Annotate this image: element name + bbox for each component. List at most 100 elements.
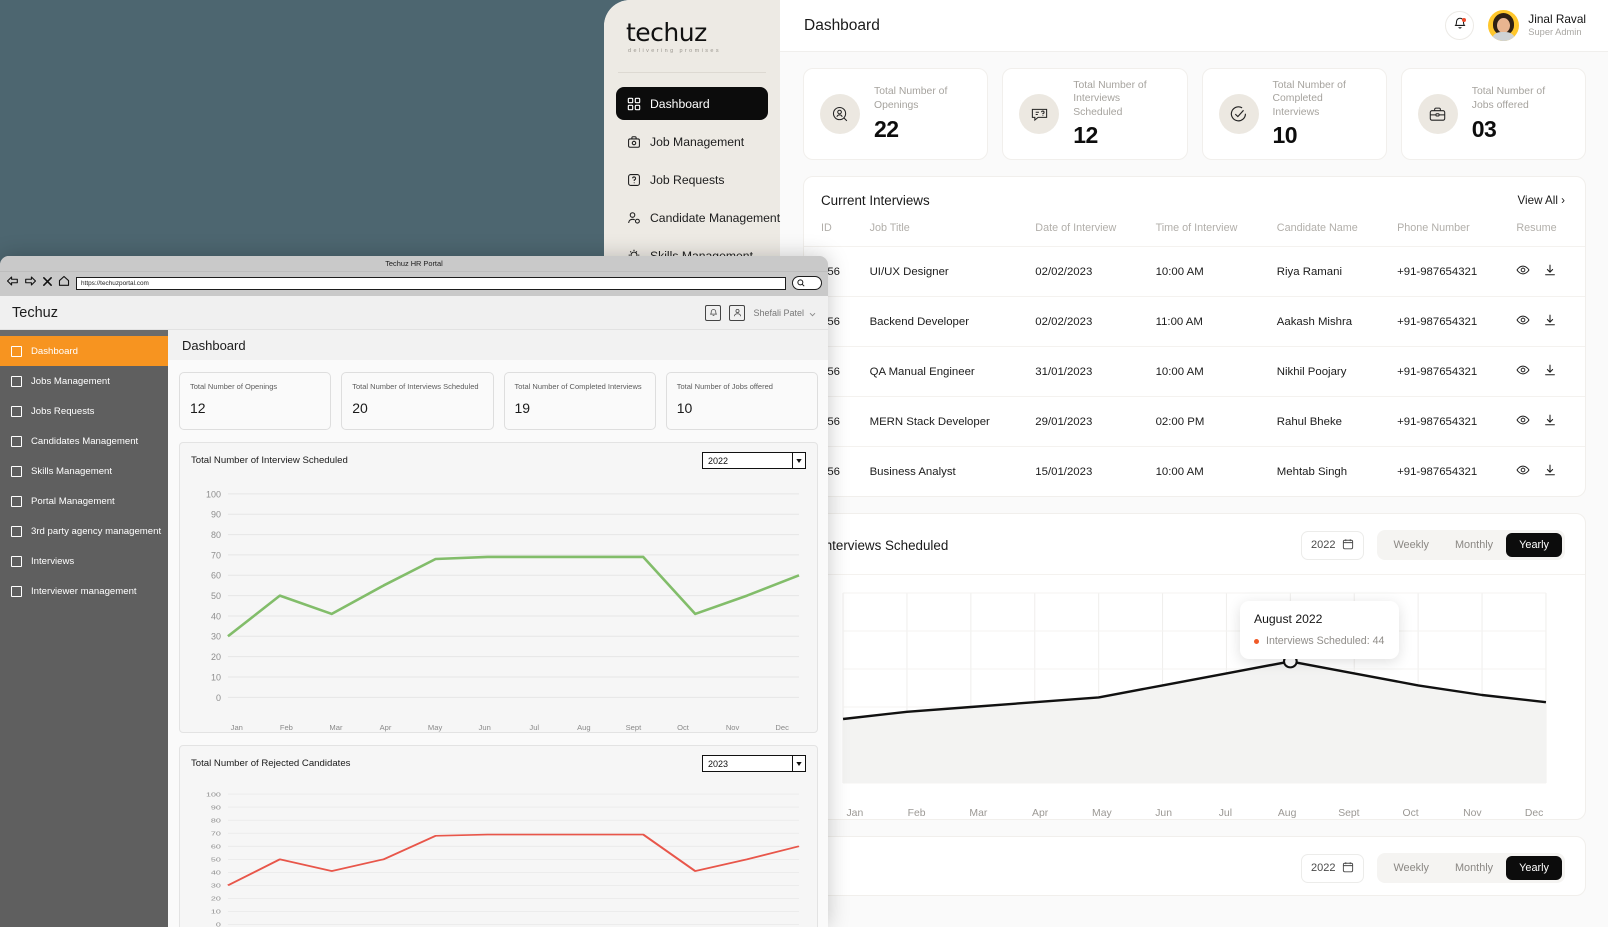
tooltip-series-label: Interviews Scheduled: 44 — [1266, 635, 1385, 647]
portal-user-name: Shefali Patel — [753, 307, 804, 318]
chart-x-axis: Jan Feb Mar Apr May Jun Jul Aug Sept Oct Nov Dec — [804, 802, 1585, 819]
stat-label: Total Number of Interviews Scheduled — [1073, 79, 1147, 118]
sidebar-item-job-management[interactable]: Job Management — [616, 125, 768, 158]
sidebar-item-3rd-party-agency-management[interactable]: 3rd party agency management — [0, 516, 168, 546]
stat-label: Total Number of Jobs offered — [1471, 86, 1546, 111]
browser-nav-buttons — [6, 274, 70, 292]
stat-label: Total Number of Jobs offered — [676, 382, 773, 391]
download-icon[interactable] — [1543, 413, 1557, 430]
checkbox-icon — [11, 375, 22, 387]
app-nav-list: Dashboard Job Management Job Requests Ca… — [604, 87, 780, 272]
sidebar-item-dashboard[interactable]: Dashboard — [616, 87, 768, 120]
eye-icon[interactable] — [1516, 413, 1530, 430]
sidebar-item-label: Candidates Management — [31, 435, 139, 447]
eye-icon[interactable] — [1516, 263, 1530, 280]
browser-search-box[interactable] — [792, 276, 822, 290]
avatar — [1488, 10, 1520, 41]
chart-tooltip: August 2022 Interviews Scheduled: 44 — [1240, 601, 1400, 659]
chevron-down-icon[interactable] — [809, 304, 816, 322]
app-logo: techuz delivering promises — [604, 0, 780, 54]
sidebar-divider — [618, 72, 766, 73]
download-icon[interactable] — [1543, 263, 1557, 280]
sidebar-item-interviewer-management[interactable]: Interviewer management — [0, 576, 168, 606]
logo-tagline: delivering promises — [628, 48, 721, 54]
portal-chart-panel-2: Total Number of Rejected Candidates 2023… — [179, 745, 818, 927]
screen: techuz delivering promises Dashboard Job… — [0, 0, 1608, 927]
range-weekly[interactable]: Weekly — [1380, 533, 1442, 557]
portal-user-icon-button[interactable] — [729, 304, 746, 321]
year-picker[interactable]: 2022 — [1300, 530, 1365, 560]
eye-icon[interactable] — [1516, 313, 1530, 330]
checkbox-icon — [11, 495, 22, 507]
back-icon[interactable] — [6, 274, 19, 292]
cell-phone: +91-987654321 — [1380, 296, 1500, 347]
sidebar-item-job-requests[interactable]: Job Requests — [616, 163, 768, 196]
eye-icon[interactable] — [1516, 463, 1530, 480]
sidebar-item-jobs-requests[interactable]: Jobs Requests — [0, 396, 168, 426]
svg-text:40: 40 — [211, 611, 221, 621]
close-icon[interactable] — [42, 274, 53, 292]
range-monthly-2[interactable]: Monthly — [1442, 856, 1506, 880]
legend-dot-icon — [1254, 638, 1259, 644]
sidebar-item-label: Jobs Requests — [31, 405, 95, 417]
year-picker-2[interactable]: 2022 — [1300, 853, 1365, 883]
cell-phone: +91-987654321 — [1380, 396, 1500, 447]
range-weekly-2[interactable]: Weekly — [1380, 856, 1442, 880]
user-menu[interactable]: Jinal Raval Super Admin — [1488, 10, 1586, 41]
portal-chart-title-2: Total Number of Rejected Candidates — [191, 758, 351, 769]
calendar-icon — [1342, 538, 1354, 553]
portal-stat-card: Total Number of Jobs offered 10 — [665, 372, 818, 430]
address-bar[interactable]: https://techuzportal.com — [76, 276, 786, 290]
portal-chart-panel-1: Total Number of Interview Scheduled 2022… — [179, 442, 818, 733]
next-panel-header: 2022 Weekly Monthly Yearly — [804, 837, 1585, 895]
table-row[interactable]: 456 MERN Stack Developer 29/01/2023 02:00 P… — [804, 396, 1585, 447]
sidebar-item-portal-management[interactable]: Portal Management — [0, 486, 168, 516]
year-select-1[interactable]: 2022 — [702, 452, 806, 469]
svg-text:90: 90 — [211, 510, 221, 520]
view-all-link[interactable]: View All › — [1518, 194, 1565, 207]
cell-job: MERN Stack Developer — [852, 396, 1019, 447]
svg-text:30: 30 — [211, 632, 221, 642]
download-icon[interactable] — [1543, 313, 1557, 330]
table-row[interactable]: 456 QA Manual Engineer 31/01/2023 10:00 AM N… — [804, 346, 1585, 397]
range-monthly[interactable]: Monthly — [1442, 533, 1506, 557]
svg-text:30: 30 — [211, 882, 221, 889]
range-yearly[interactable]: Yearly — [1506, 533, 1562, 557]
portal-stat-card: Total Number of Completed Interviews 19 — [503, 372, 656, 430]
cell-job: UI/UX Designer — [852, 246, 1019, 297]
download-icon[interactable] — [1543, 363, 1557, 380]
x-tick: May — [1092, 808, 1112, 819]
portal-main: Dashboard Total Number of Openings 12 Tota… — [168, 330, 828, 927]
range-yearly-2[interactable]: Yearly — [1506, 856, 1562, 880]
eye-icon[interactable] — [1516, 363, 1530, 380]
cell-resume — [1499, 296, 1585, 347]
year-select-2[interactable]: 2023 — [702, 755, 806, 772]
portal-page-title: Dashboard — [168, 330, 828, 360]
sidebar-item-jobs-management[interactable]: Jobs Management — [0, 366, 168, 396]
x-tick: Aug — [1277, 808, 1297, 819]
stat-label: Total Number of Completed Interviews — [514, 382, 642, 391]
cell-phone: +91-987654321 — [1380, 446, 1500, 496]
url-text: https://techuzportal.com — [81, 279, 149, 287]
briefcase-icon — [1417, 94, 1458, 134]
portal-notifications-button[interactable] — [705, 304, 722, 321]
table-row[interactable]: 456 UI/UX Designer 02/02/2023 10:00 AM Riya … — [804, 246, 1585, 297]
sidebar-item-dashboard[interactable]: Dashboard — [0, 336, 168, 366]
app-main: Dashboard Jinal Raval Super Admin Total … — [780, 0, 1608, 927]
panel-header: Current Interviews View All › — [804, 177, 1585, 220]
sidebar-item-candidate-management[interactable]: Candidate Management — [616, 201, 780, 234]
forward-icon[interactable] — [24, 274, 37, 292]
sidebar-item-skills-management[interactable]: Skills Management — [0, 456, 168, 486]
download-icon[interactable] — [1543, 463, 1557, 480]
table-row[interactable]: 456 Backend Developer 02/02/2023 11:00 AM Aa… — [804, 296, 1585, 347]
svg-text:0: 0 — [216, 693, 221, 703]
table-row[interactable]: 456 Business Analyst 15/01/2023 10:00 AM Meh… — [804, 446, 1585, 496]
home-icon[interactable] — [58, 274, 70, 292]
sidebar-item-interviews[interactable]: Interviews — [0, 546, 168, 576]
col-id: ID — [821, 222, 832, 234]
portal-chart-area-1: 100 90 80 70 60 50 40 30 20 10 0 — [180, 478, 817, 723]
svg-text:90: 90 — [211, 804, 221, 811]
sidebar-item-candidates-management[interactable]: Candidates Management — [0, 426, 168, 456]
svg-text:80: 80 — [211, 530, 221, 540]
notifications-button[interactable] — [1445, 11, 1475, 40]
